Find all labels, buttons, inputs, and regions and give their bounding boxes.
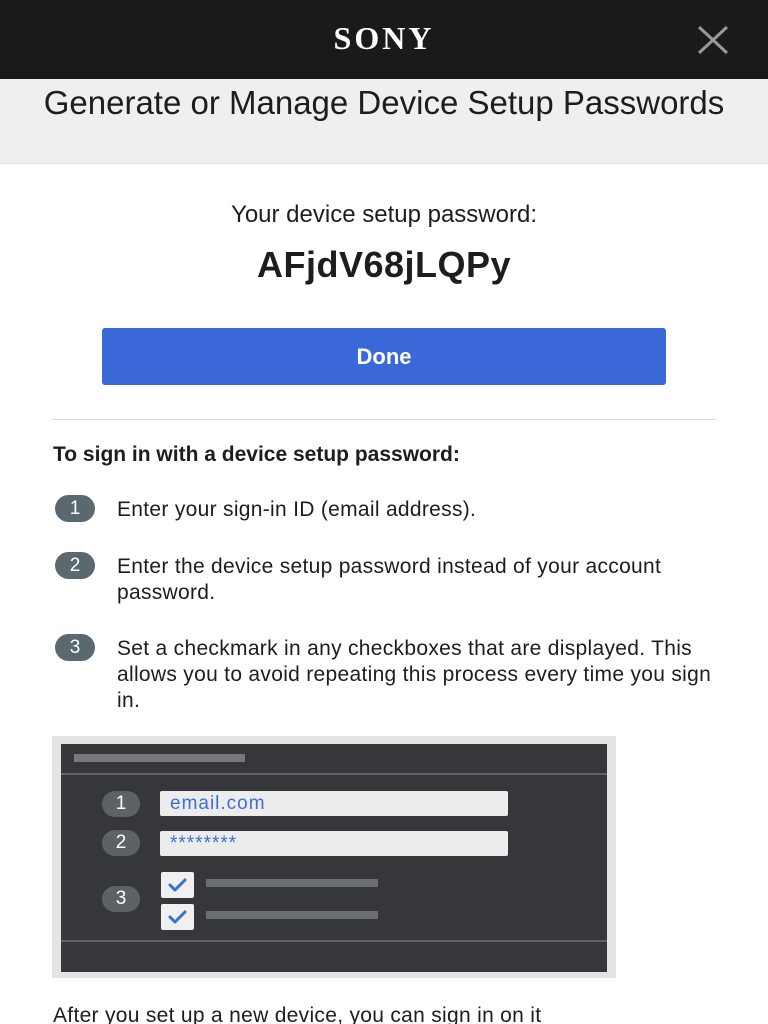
illustration-email-field: email.com (160, 791, 508, 816)
step-number-badge: 1 (55, 495, 95, 522)
footer-text: After you set up a new device, you can s… (53, 1004, 542, 1024)
illustration-checkbox (161, 872, 194, 898)
illustration-divider (61, 773, 607, 775)
divider (52, 419, 716, 420)
illustration-title-bar (74, 754, 245, 762)
close-icon[interactable] (696, 25, 730, 55)
checkmark-icon (168, 878, 187, 892)
step-number-badge: 3 (55, 634, 95, 661)
step-number-badge: 2 (55, 552, 95, 579)
sony-logo: SONY (333, 20, 435, 56)
illustration-divider (61, 940, 607, 942)
illustration-checkbox-label (206, 879, 378, 887)
password-value: AFjdV68jLQPy (256, 244, 512, 285)
step-text: Enter your sign-in ID (email address). (117, 498, 477, 521)
illustration-checkbox-label (206, 911, 378, 919)
step-text: Set a checkmark in any checkboxes that a… (117, 637, 712, 712)
step-text: Enter the device setup password instead … (117, 555, 662, 604)
checkmark-icon (168, 910, 187, 924)
title-bar: Generate or Manage Device Setup Password… (0, 79, 768, 164)
illustration-step-badge: 2 (102, 830, 140, 856)
illustration-checkbox (161, 904, 194, 930)
illustration-step-badge: 1 (102, 791, 140, 817)
password-label: Your device setup password: (231, 201, 537, 228)
page-title: Generate or Manage Device Setup Password… (43, 84, 725, 121)
top-bar: SONY (0, 0, 768, 79)
illustration-password-field: ******** (160, 831, 508, 856)
done-button[interactable]: Done (102, 328, 666, 385)
illustration-step-badge: 3 (102, 886, 140, 912)
illustration-screen: 1 email.com 2 ******** 3 (61, 744, 607, 972)
close-icon-glyph (697, 25, 729, 55)
sign-in-illustration: 1 email.com 2 ******** 3 (52, 736, 616, 978)
instructions-heading: To sign in with a device setup password: (53, 443, 460, 466)
